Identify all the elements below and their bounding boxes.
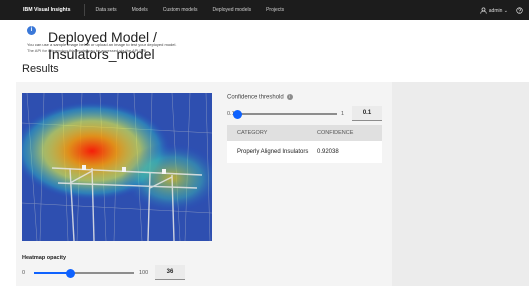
- info-icon: i: [27, 26, 36, 35]
- opacity-value-input[interactable]: 36: [155, 265, 185, 280]
- user-menu[interactable]: admin ⌄: [480, 7, 508, 14]
- side-panel: [392, 82, 529, 286]
- header-actions: admin ⌄: [480, 0, 523, 20]
- opacity-slider-handle[interactable]: [66, 268, 75, 278]
- threshold-max-label: 1: [341, 111, 345, 117]
- brand-name[interactable]: IBM Visual Insights: [23, 7, 70, 13]
- table-row: Properly Aligned Insulators 0.92038: [227, 141, 382, 163]
- heatmap-opacity-label: Heatmap opacity: [22, 255, 67, 261]
- model-name: Insulators_model: [48, 46, 155, 62]
- info-circle-icon[interactable]: i: [286, 94, 293, 100]
- main-nav: Data sets Models Custom models Deployed …: [95, 7, 284, 13]
- nav-item-projects[interactable]: Projects: [266, 7, 284, 13]
- opacity-min-label: 0: [22, 270, 26, 276]
- nav-item-custom-models[interactable]: Custom models: [163, 7, 198, 13]
- results-heading: Results: [22, 63, 59, 75]
- opacity-slider-fill: [34, 272, 70, 274]
- nav-item-datasets[interactable]: Data sets: [95, 7, 116, 13]
- cell-category: Properly Aligned Insulators: [237, 149, 309, 155]
- threshold-value-input[interactable]: 0.1: [352, 106, 382, 121]
- heatmap-image: [22, 93, 212, 241]
- nav-item-deployed-models[interactable]: Deployed models: [212, 7, 251, 13]
- opacity-max-label: 100: [139, 270, 149, 276]
- threshold-slider-track[interactable]: [237, 113, 337, 115]
- threshold-slider-handle[interactable]: [233, 109, 242, 119]
- header-divider: [84, 4, 86, 16]
- user-icon: [480, 7, 488, 14]
- column-header-confidence: CONFIDENCE: [317, 130, 354, 136]
- confidence-threshold-label: Confidence threshold i: [227, 94, 293, 101]
- table-header: CATEGORY CONFIDENCE: [227, 125, 382, 141]
- top-bar: IBM Visual Insights Data sets Models Cus…: [0, 0, 529, 20]
- confidence-threshold-text: Confidence threshold: [227, 94, 284, 101]
- cell-confidence: 0.92038: [317, 149, 339, 155]
- results-table: CATEGORY CONFIDENCE Properly Aligned Ins…: [227, 125, 382, 163]
- help-icon[interactable]: [516, 6, 523, 14]
- chevron-down-icon: ⌄: [503, 7, 508, 14]
- nav-item-models[interactable]: Models: [132, 7, 148, 13]
- column-header-category: CATEGORY: [237, 130, 268, 136]
- user-name: admin: [488, 7, 503, 14]
